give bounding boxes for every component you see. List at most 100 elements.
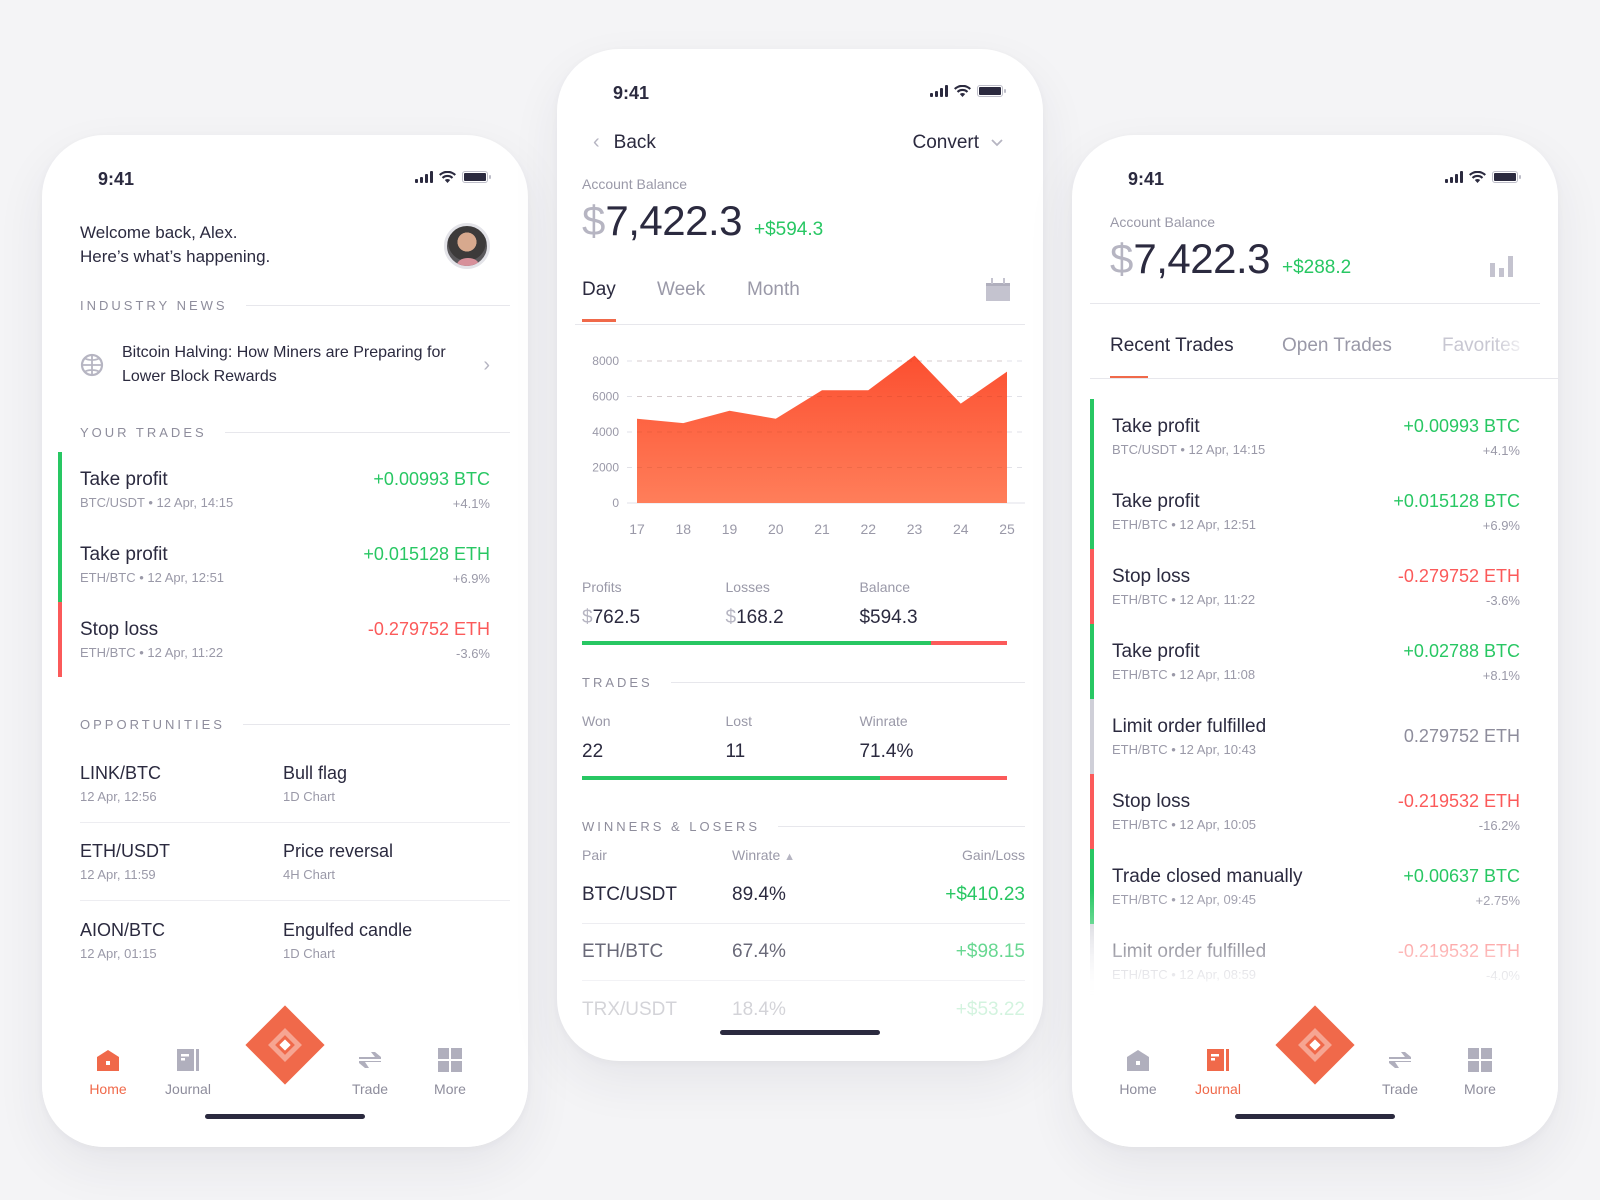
home-indicator[interactable] xyxy=(205,1114,365,1119)
balance-value: 7,422.3 xyxy=(1133,235,1270,282)
won-segment xyxy=(582,776,880,780)
opportunity-time: 12 Apr, 11:59 xyxy=(80,867,156,882)
tab-more[interactable]: More xyxy=(1440,1047,1520,1097)
trade-row[interactable]: Stop loss ETH/BTC • 12 Apr, 11:22 -0.27975… xyxy=(58,602,490,677)
lost-value: 11 xyxy=(725,741,746,762)
opportunity-row[interactable]: LINK/BTC 12 Apr, 12:56 Bull flag 1D Chart xyxy=(80,745,510,823)
trade-result: +0.00993 BTC +4.1% xyxy=(1403,416,1520,458)
tab-month[interactable]: Month xyxy=(747,279,800,301)
column-header-pair[interactable]: Pair xyxy=(582,847,732,863)
bottom-tab-bar: Home Journal Trade More xyxy=(42,997,528,1147)
column-header-winrate[interactable]: Winrate ▲ xyxy=(732,847,915,863)
trade-amount: -0.279752 ETH xyxy=(1397,565,1520,586)
trade-stats: Won 22 Lost 11 Winrate 71.4% xyxy=(582,713,1003,763)
trade-percent: +4.1% xyxy=(1482,442,1520,458)
trade-time: 12 Apr, 14:15 xyxy=(156,495,234,510)
trade-status-bar xyxy=(1090,549,1094,624)
tab-journal[interactable]: Journal xyxy=(148,1047,228,1097)
trade-info: Limit order fulfilled ETH/BTC • 12 Apr, 1… xyxy=(1112,716,1266,757)
trade-meta: ETH/BTC • 12 Apr, 10:43 xyxy=(1112,742,1266,757)
trade-row[interactable]: Limit order fulfilled ETH/BTC • 12 Apr, 1… xyxy=(1090,699,1520,774)
tab-more[interactable]: More xyxy=(410,1047,490,1097)
column-header-gain-loss[interactable]: Gain/Loss xyxy=(915,847,1025,863)
tab-home[interactable]: Home xyxy=(68,1047,148,1097)
y-tick-label: 6000 xyxy=(592,390,619,404)
trade-row[interactable]: Trade closed manually ETH/BTC • 12 Apr, 0… xyxy=(1090,849,1520,924)
bullet-separator: • xyxy=(1167,517,1180,532)
logo-diamond-icon[interactable] xyxy=(1275,1005,1355,1085)
trade-row[interactable]: Take profit ETH/BTC • 12 Apr, 11:08 +0.027… xyxy=(1090,624,1520,699)
trade-meta: ETH/BTC • 12 Apr, 09:45 xyxy=(1112,892,1302,907)
x-tick-label: 22 xyxy=(860,521,876,537)
losses-amount: 168.2 xyxy=(736,607,784,628)
tab-home[interactable]: Home xyxy=(1098,1047,1178,1097)
tab-week[interactable]: Week xyxy=(657,279,705,301)
swap-arrows-icon xyxy=(1387,1047,1413,1073)
tab-day[interactable]: Day xyxy=(582,279,616,322)
globe-icon xyxy=(80,353,104,377)
trade-result: +0.00637 BTC +2.75% xyxy=(1403,866,1520,908)
logo-diamond-icon[interactable] xyxy=(245,1005,325,1085)
bullet-separator: • xyxy=(1167,967,1180,982)
opportunities-label: OPPORTUNITIES xyxy=(80,717,225,732)
news-item[interactable]: Bitcoin Halving: How Miners are Preparin… xyxy=(80,335,490,395)
opportunity-row[interactable]: ETH/USDT 12 Apr, 11:59 Price reversal 4H Ch… xyxy=(80,823,510,901)
trade-row[interactable]: Take profit BTC/USDT • 12 Apr, 14:15 +0.00… xyxy=(1090,399,1520,474)
industry-news-label: INDUSTRY NEWS xyxy=(80,298,228,313)
status-bar: 9:41 xyxy=(1072,135,1558,215)
loss-segment xyxy=(930,641,1007,645)
trade-info: Stop loss ETH/BTC • 12 Apr, 11:22 xyxy=(80,619,223,660)
won-label: Won xyxy=(582,713,611,729)
win-loss-bar xyxy=(582,776,1007,780)
opportunity-row[interactable]: AION/BTC 12 Apr, 01:15 Engulfed candle 1D C… xyxy=(80,901,510,979)
convert-dropdown[interactable]: Convert xyxy=(912,132,1003,154)
table-row[interactable]: ETH/BTC 67.4% +$98.15 xyxy=(582,924,1025,981)
trade-percent: +6.9% xyxy=(1482,517,1520,533)
account-balance: $ 7,422.3 +$594.3 xyxy=(582,197,823,245)
opportunity-time: 12 Apr, 12:56 xyxy=(80,789,157,804)
trade-amount: +0.00993 BTC xyxy=(373,468,490,489)
home-indicator[interactable] xyxy=(720,1030,880,1035)
home-icon xyxy=(1125,1047,1151,1073)
trade-percent: -3.6% xyxy=(456,645,490,661)
trade-result: -0.279752 ETH -3.6% xyxy=(1398,566,1520,608)
bullet-separator: • xyxy=(135,645,148,660)
trade-percent: +8.1% xyxy=(1482,667,1520,683)
trade-row[interactable]: Stop loss ETH/BTC • 12 Apr, 10:05 -0.21953… xyxy=(1090,774,1520,849)
sort-ascending-icon: ▲ xyxy=(784,851,796,863)
net-balance-value: $594.3 xyxy=(859,607,918,628)
bullet-separator: • xyxy=(1167,667,1180,682)
trade-row[interactable]: Take profit ETH/BTC • 12 Apr, 12:51 +0.015… xyxy=(58,527,490,602)
trade-row[interactable]: Limit order fulfilled ETH/BTC • 12 Apr, 0… xyxy=(1090,924,1520,999)
back-button[interactable]: ‹ Back xyxy=(593,131,656,154)
opportunity-pair: AION/BTC xyxy=(80,919,166,940)
home-indicator[interactable] xyxy=(1235,1114,1395,1119)
winrate-cell: 18.4% xyxy=(732,998,786,1020)
bar-chart-icon[interactable] xyxy=(1488,253,1516,277)
user-avatar[interactable] xyxy=(444,223,490,269)
trade-time: 12 Apr, 11:22 xyxy=(147,645,224,660)
trade-row[interactable]: Take profit BTC/USDT • 12 Apr, 14:15 +0.00… xyxy=(58,452,490,527)
tab-recent-trades[interactable]: Recent Trades xyxy=(1110,335,1234,378)
tab-journal[interactable]: Journal xyxy=(1178,1047,1258,1097)
trade-title: Stop loss xyxy=(1112,791,1191,812)
tab-trade[interactable]: Trade xyxy=(330,1047,410,1097)
tab-favorites[interactable]: Favorites xyxy=(1442,335,1530,357)
opportunity-pattern-col: Engulfed candle 1D Chart xyxy=(283,920,486,961)
calendar-icon[interactable] xyxy=(985,277,1011,301)
trade-status-bar xyxy=(1090,474,1094,549)
x-tick-label: 23 xyxy=(907,521,923,537)
profits-label: Profits xyxy=(582,579,622,595)
trades-label: TRADES xyxy=(582,675,653,690)
tab-trade[interactable]: Trade xyxy=(1360,1047,1440,1097)
tab-open-trades[interactable]: Open Trades xyxy=(1282,335,1392,357)
trade-row[interactable]: Stop loss ETH/BTC • 12 Apr, 11:22 -0.27975… xyxy=(1090,549,1520,624)
opportunity-pattern-col: Bull flag 1D Chart xyxy=(283,763,486,804)
opportunity-pair-col: ETH/USDT 12 Apr, 11:59 xyxy=(80,841,283,882)
table-row[interactable]: BTC/USDT 89.4% +$410.23 xyxy=(582,867,1025,924)
trade-pair: ETH/BTC xyxy=(1112,742,1168,757)
trade-row[interactable]: Take profit ETH/BTC • 12 Apr, 12:51 +0.015… xyxy=(1090,474,1520,549)
bullet-separator: • xyxy=(1167,592,1180,607)
trade-title: Limit order fulfilled xyxy=(1112,941,1267,962)
trade-info: Take profit ETH/BTC • 12 Apr, 12:51 xyxy=(1112,491,1256,532)
